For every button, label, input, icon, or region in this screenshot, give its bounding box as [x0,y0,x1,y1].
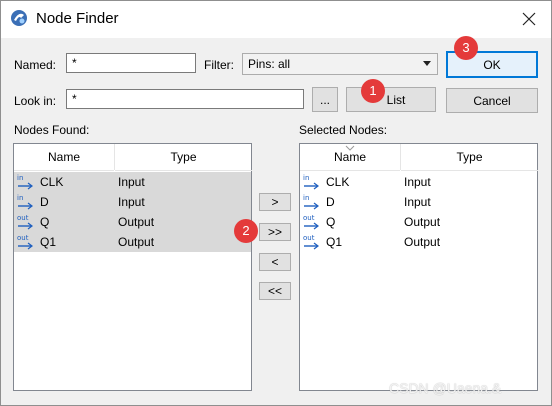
nodes-found-label: Nodes Found: [14,123,90,137]
column-header-type[interactable]: Type [115,144,252,171]
node-type-cell: Output [118,215,155,229]
selected-nodes-list[interactable]: Name Type in CLK Input in D Input out Q Output ou… [299,143,538,391]
step-badge-3: 3 [454,36,478,60]
named-input[interactable]: * [66,53,196,73]
input-pin-icon: in [16,174,36,190]
node-type-cell: Output [118,235,155,249]
cancel-button[interactable]: Cancel [446,88,538,113]
named-label: Named: [14,58,57,72]
node-name-cell: D [326,195,335,209]
table-row[interactable]: in D Input [300,192,537,212]
table-row[interactable]: in CLK Input [14,172,251,192]
add-selected-button[interactable]: > [259,193,291,211]
node-type-cell: Output [404,215,441,229]
svg-text:out: out [17,234,29,242]
step-badge-2: 2 [234,219,258,243]
table-row[interactable]: out Q1 Output [14,232,251,252]
output-pin-icon: out [16,234,36,250]
add-all-button[interactable]: >> [259,223,291,241]
selected-nodes-label: Selected Nodes: [299,123,388,137]
output-pin-icon: out [302,214,322,230]
node-type-cell: Input [118,195,145,209]
lookin-label: Look in: [14,94,57,108]
app-icon [11,10,27,26]
window-title: Node Finder [36,10,119,27]
filter-label: Filter: [204,58,234,72]
input-pin-icon: in [302,194,322,210]
svg-text:out: out [17,214,29,222]
lookin-input[interactable]: * [66,89,304,109]
table-row[interactable]: out Q Output [300,212,537,232]
close-button[interactable] [514,6,544,32]
svg-text:out: out [303,234,315,242]
svg-text:in: in [17,174,23,182]
output-pin-icon: out [16,214,36,230]
node-name-cell: D [40,195,49,209]
node-type-cell: Input [404,175,431,189]
node-name-cell: Q [40,215,50,229]
input-pin-icon: in [302,174,322,190]
node-name-cell: Q1 [326,235,343,249]
node-name-cell: CLK [40,175,64,189]
svg-text:out: out [303,214,315,222]
table-row[interactable]: out Q Output [14,212,251,232]
filter-select-value: Pins: all [248,57,291,71]
remove-selected-button[interactable]: < [259,253,291,271]
column-header-name[interactable]: Name [300,144,400,171]
svg-text:in: in [303,174,309,182]
list-button[interactable]: List [346,87,436,112]
chevron-down-icon [423,61,431,66]
column-header-name[interactable]: Name [14,144,114,171]
watermark: CSDN @Uaena.& [389,380,502,396]
column-header-type[interactable]: Type [401,144,538,171]
node-type-cell: Output [404,235,441,249]
table-row[interactable]: in D Input [14,192,251,212]
close-icon [522,12,536,26]
node-name-cell: Q1 [40,235,57,249]
browse-button[interactable]: ... [312,87,338,112]
node-name-cell: CLK [326,175,350,189]
svg-text:in: in [17,194,23,202]
table-row[interactable]: in CLK Input [300,172,537,192]
nodes-found-list[interactable]: Name Type in CLK Input in D Input out Q Output ou… [13,143,252,391]
filter-select[interactable]: Pins: all [242,53,438,75]
svg-text:in: in [303,194,309,202]
node-name-cell: Q [326,215,336,229]
output-pin-icon: out [302,234,322,250]
node-type-cell: Input [118,175,145,189]
table-row[interactable]: out Q1 Output [300,232,537,252]
step-badge-1: 1 [361,79,385,103]
remove-all-button[interactable]: << [259,282,291,300]
input-pin-icon: in [16,194,36,210]
node-type-cell: Input [404,195,431,209]
